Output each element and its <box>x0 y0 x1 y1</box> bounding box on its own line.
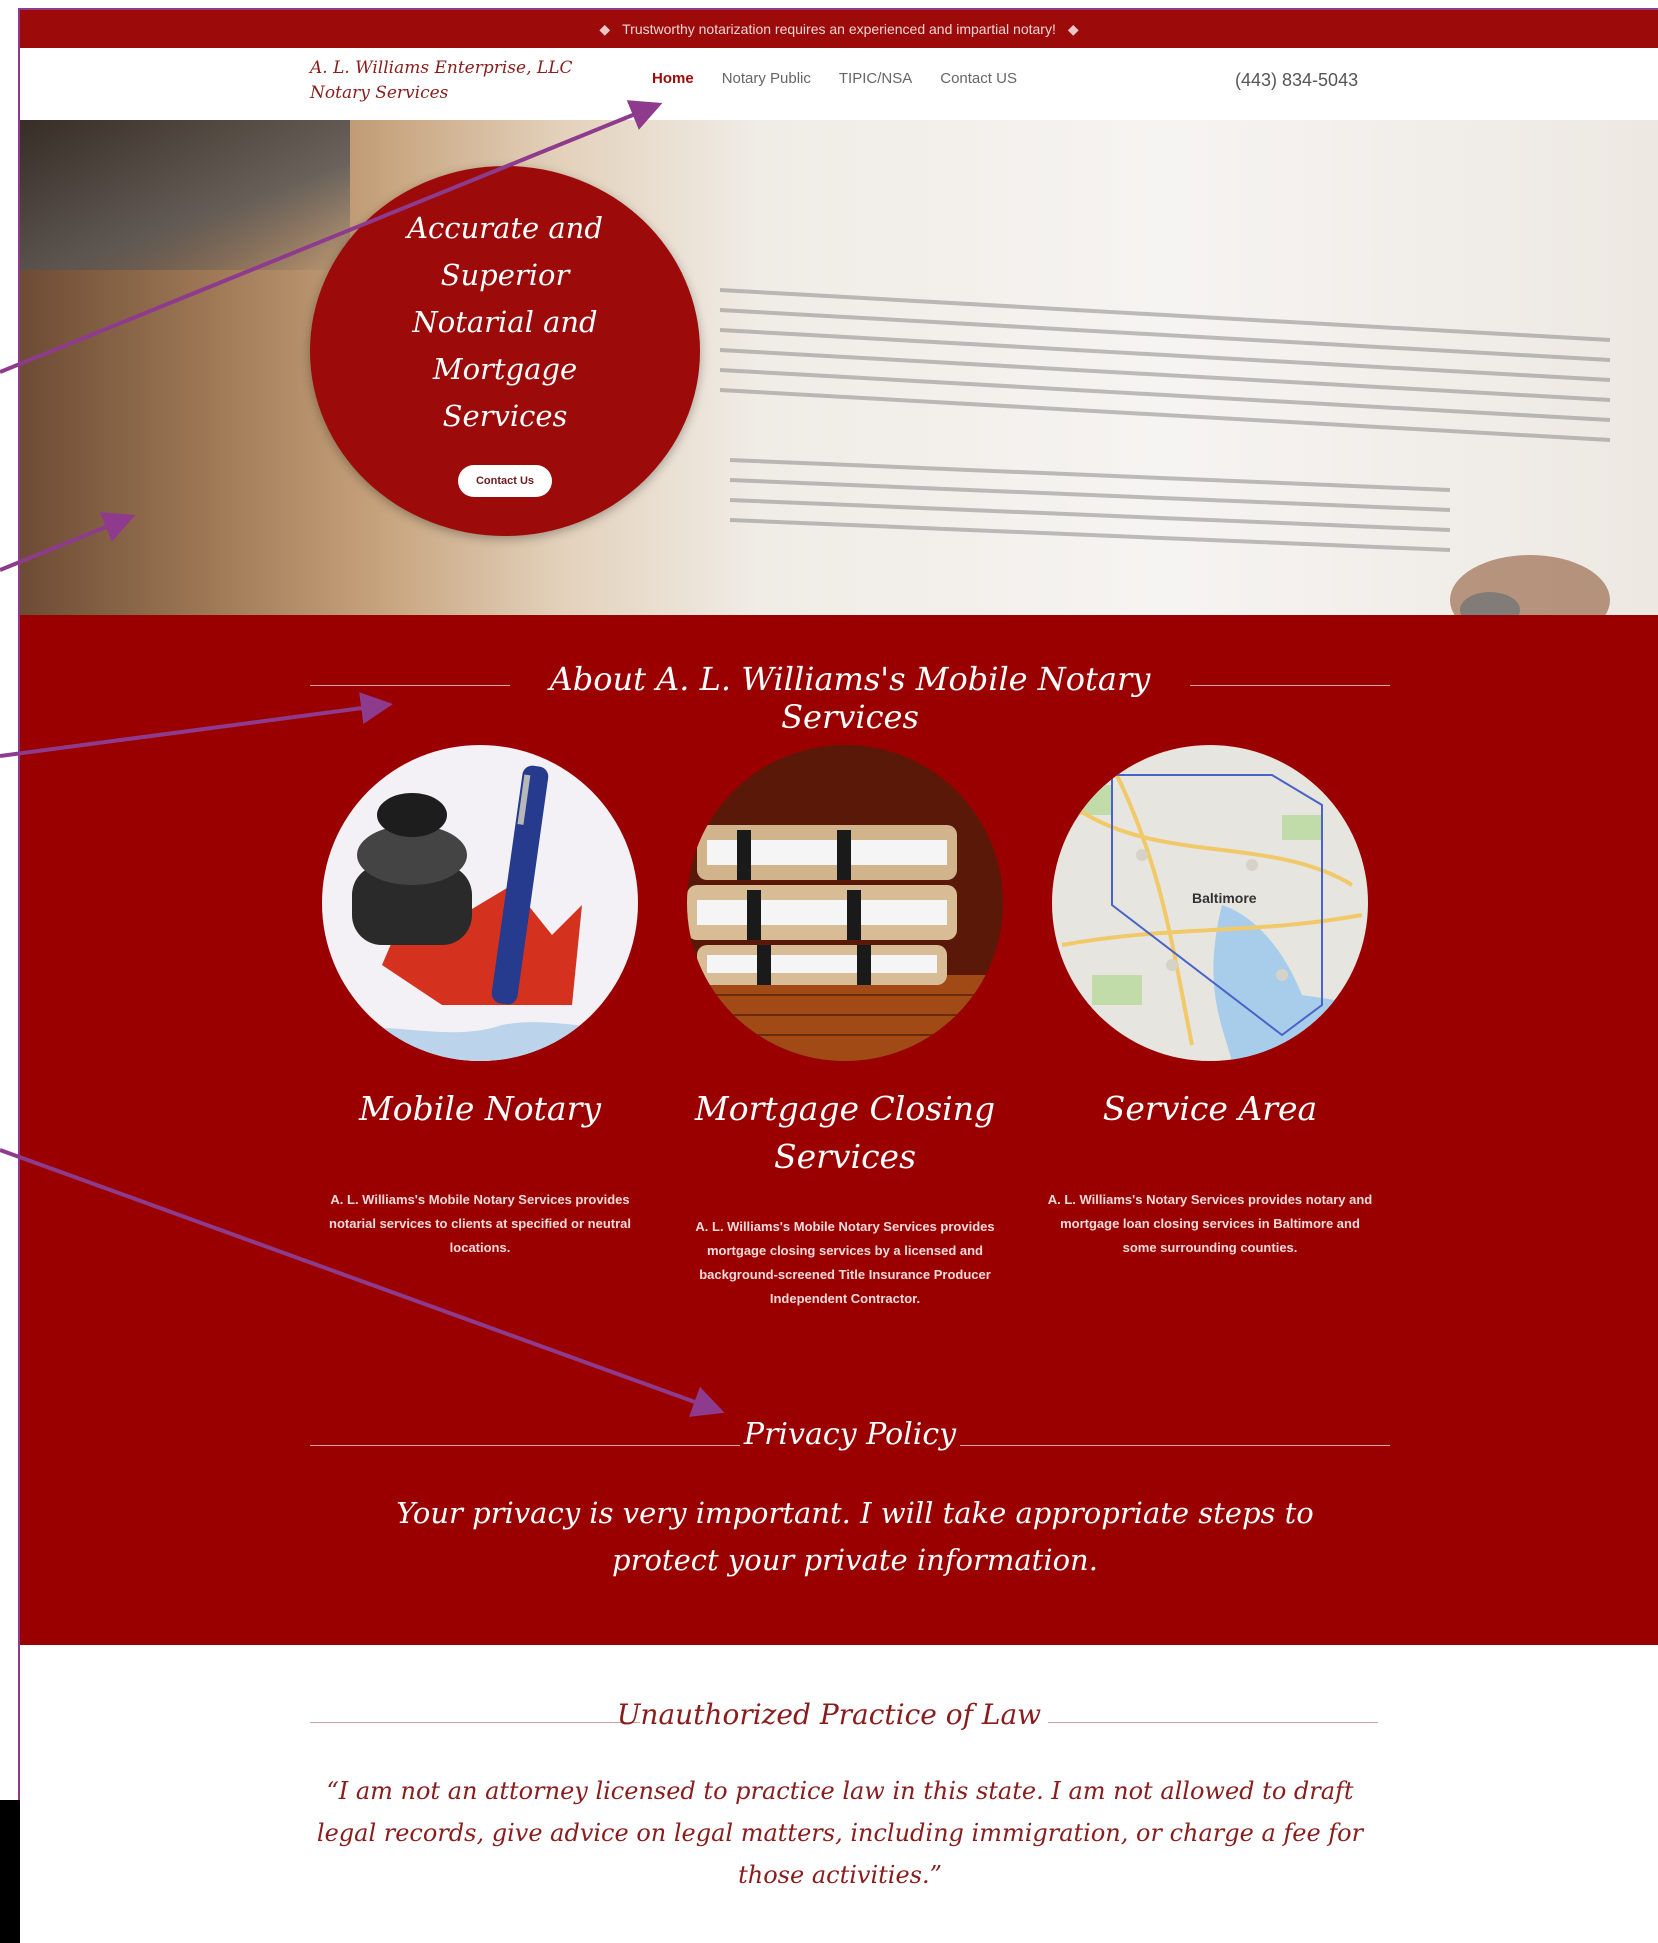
card-title: Mortgage Closing Services <box>694 1089 996 1176</box>
hero-title: Accurate and Superior Notarial and Mortg… <box>355 205 655 440</box>
card-service-area: Baltimore Service Area A. L. Williams's … <box>1045 745 1375 1260</box>
announcement-bar: ◆ Trustworthy notarization requires an e… <box>20 10 1658 48</box>
service-area-map-image: Baltimore <box>1052 745 1368 1061</box>
divider <box>310 685 510 686</box>
hero-title-line: Services <box>442 399 568 433</box>
hero-title-line: Notarial and Mortgage <box>412 305 598 386</box>
about-section: About A. L. Williams's Mobile Notary Ser… <box>20 615 1658 1645</box>
diamond-icon: ◆ <box>1067 20 1079 37</box>
contact-us-button[interactable]: Contact Us <box>457 465 553 497</box>
hero-title-line: Accurate and Superior <box>407 211 603 292</box>
nav-contact-us[interactable]: Contact US <box>940 70 1017 87</box>
card-title: Mobile Notary <box>358 1089 601 1128</box>
card-description: A. L. Williams's Mobile Notary Services … <box>695 1219 995 1306</box>
document-lines-image <box>719 288 1611 615</box>
black-corner-block <box>0 1800 20 1943</box>
divider <box>1190 685 1390 686</box>
phone-number[interactable]: (443) 834-5043 <box>1235 70 1358 91</box>
card-mobile-notary: Mobile Notary A. L. Williams's Mobile No… <box>315 745 645 1260</box>
card-title: Service Area <box>1102 1089 1318 1128</box>
site-logo[interactable]: A. L. Williams Enterprise, LLC Notary Se… <box>310 56 610 106</box>
notary-stamp-image <box>322 745 638 1061</box>
nav-home[interactable]: Home <box>652 70 694 87</box>
hero-banner: Accurate and Superior Notarial and Mortg… <box>20 120 1658 615</box>
law-title: Unauthorized Practice of Law <box>616 1698 1042 1731</box>
privacy-text: Your privacy is very important. I will t… <box>396 1496 1314 1577</box>
divider <box>960 1445 1390 1446</box>
about-title: About A. L. Williams's Mobile Notary Ser… <box>549 660 1151 736</box>
diamond-icon: ◆ <box>599 20 611 37</box>
map-label-baltimore: Baltimore <box>1192 890 1257 906</box>
announcement-text: Trustworthy notarization requires an exp… <box>622 21 1056 37</box>
card-description: A. L. Williams's Notary Services provide… <box>1047 1192 1373 1255</box>
nav-tipic-nsa[interactable]: TIPIC/NSA <box>839 70 912 87</box>
nav-notary-public[interactable]: Notary Public <box>722 70 811 87</box>
main-nav: Home Notary Public TIPIC/NSA Contact US <box>652 70 1017 87</box>
card-description: A. L. Williams's Mobile Notary Services … <box>329 1192 631 1255</box>
hero-stamp-image <box>20 120 350 270</box>
hero-circle: Accurate and Superior Notarial and Mortg… <box>310 166 700 536</box>
divider <box>310 1445 740 1446</box>
privacy-title: Privacy Policy <box>743 1417 957 1452</box>
logo-line-2: Notary Services <box>310 83 449 103</box>
document-folders-image <box>687 745 1003 1061</box>
site-header: A. L. Williams Enterprise, LLC Notary Se… <box>20 48 1658 120</box>
logo-line-1: A. L. Williams Enterprise, LLC <box>310 58 573 78</box>
card-mortgage-closing: Mortgage Closing Services A. L. Williams… <box>680 745 1010 1311</box>
law-disclaimer-quote: “I am not an attorney licensed to practi… <box>316 1777 1364 1889</box>
